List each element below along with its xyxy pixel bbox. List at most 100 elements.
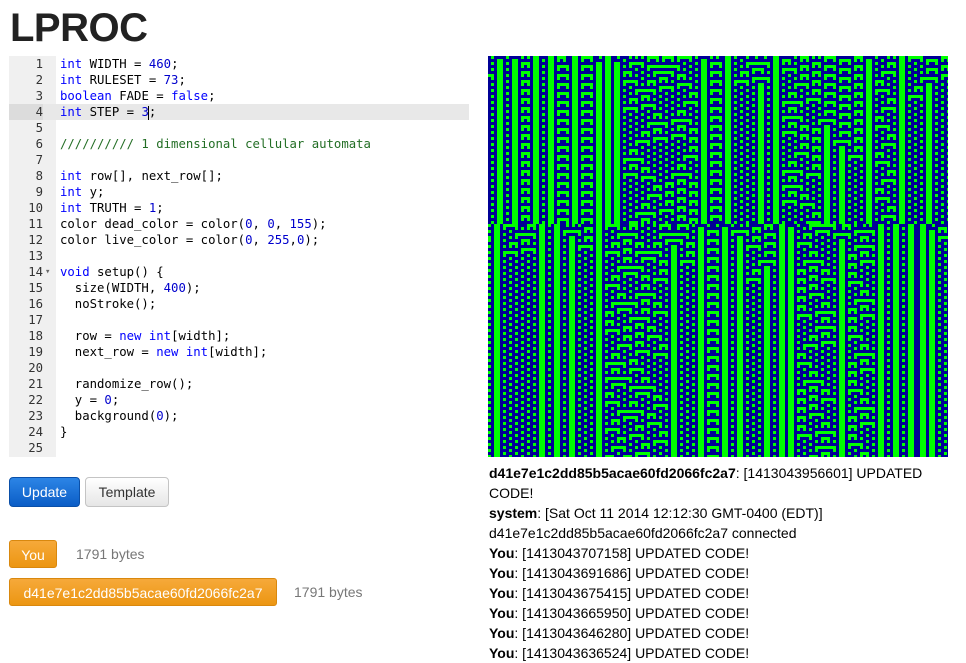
line-number: 10 (28, 201, 43, 215)
line-number: 13 (28, 249, 43, 263)
line-text: int y; (60, 185, 105, 199)
log-entry: You: [1413043691686] UPDATED CODE! (489, 563, 949, 583)
line-number: 16 (28, 297, 43, 311)
line-text: noStroke(); (60, 297, 157, 311)
line-text: background(0); (60, 409, 179, 423)
line-number: 18 (28, 329, 43, 343)
code-line[interactable]: 4 int STEP = 3; (9, 104, 469, 120)
activity-log: d41e7e1c2dd85b5acae60fd2066fc2a7 : [14130… (489, 463, 949, 663)
app-title: LPROC (10, 6, 148, 50)
log-user: You (489, 565, 515, 581)
code-line[interactable]: 20 (9, 360, 469, 376)
line-text: ////////// 1 dimensional cellular automa… (60, 137, 371, 151)
log-message: : [1413043646280] UPDATED CODE! (514, 625, 750, 641)
log-message: : [1413043665950] UPDATED CODE! (514, 605, 750, 621)
update-button[interactable]: Update (9, 477, 80, 507)
log-entry: You: [1413043636524] UPDATED CODE! (489, 643, 949, 663)
line-text: int RULESET = 73; (60, 73, 186, 87)
code-line[interactable]: 22 y = 0; (9, 392, 469, 408)
line-number: 14 (28, 265, 43, 279)
line-number: 17 (28, 313, 43, 327)
code-line[interactable]: 19 next_row = new int[width]; (9, 344, 469, 360)
log-user: You (489, 605, 515, 621)
line-number: 4 (9, 104, 43, 120)
line-number: 20 (28, 361, 43, 375)
log-entry: system: [Sat Oct 11 2014 12:12:30 GMT-04… (489, 503, 949, 543)
line-number: 7 (35, 153, 43, 167)
line-text: int WIDTH = 460; (60, 57, 179, 71)
code-line[interactable]: 12 color live_color = color(0, 255,0); (9, 232, 469, 248)
fold-toggle-icon[interactable]: ▾ (45, 264, 55, 280)
code-line[interactable]: 15 size(WIDTH, 400); (9, 280, 469, 296)
client-badge-you[interactable]: You (9, 540, 57, 568)
code-line[interactable]: 8 int row[], next_row[]; (9, 168, 469, 184)
code-line[interactable]: 10 int TRUTH = 1; (9, 200, 469, 216)
line-number: 1 (35, 57, 43, 71)
code-line[interactable]: 14 ▾ void setup() { (9, 264, 469, 280)
code-line[interactable]: 25 (9, 440, 469, 456)
code-line[interactable]: 24} (9, 424, 469, 440)
log-user: You (489, 645, 515, 661)
code-line[interactable]: 3 boolean FADE = false; (9, 88, 469, 104)
log-message: : [1413043675415] UPDATED CODE! (514, 585, 750, 601)
code-line[interactable]: 2 int RULESET = 73; (9, 72, 469, 88)
log-user: You (489, 585, 515, 601)
log-entry: You: [1413043707158] UPDATED CODE! (489, 543, 949, 563)
log-user: d41e7e1c2dd85b5acae60fd2066fc2a7 (489, 465, 736, 481)
code-line[interactable]: 18 row = new int[width]; (9, 328, 469, 344)
log-entry: You: [1413043646280] UPDATED CODE! (489, 623, 949, 643)
log-user: You (489, 625, 515, 641)
line-number: 11 (28, 217, 43, 231)
client-bytes-you: 1791 bytes (76, 546, 145, 562)
code-line[interactable]: 9 int y; (9, 184, 469, 200)
line-number: 2 (35, 73, 43, 87)
code-editor[interactable]: 1 int WIDTH = 460; 2 int RULESET = 73; 3 bool… (9, 56, 469, 457)
line-number: 19 (28, 345, 43, 359)
code-line[interactable]: 1 int WIDTH = 460; (9, 56, 469, 72)
line-text: boolean FADE = false; (60, 89, 216, 103)
client-badge-remote[interactable]: d41e7e1c2dd85b5acae60fd2066fc2a7 (9, 578, 277, 606)
log-user: You (489, 545, 515, 561)
line-number: 22 (28, 393, 43, 407)
sketch-canvas[interactable] (488, 56, 948, 457)
line-number: 5 (35, 121, 43, 135)
log-entry: d41e7e1c2dd85b5acae60fd2066fc2a7: [14130… (489, 463, 949, 503)
client-bytes-remote: 1791 bytes (294, 584, 363, 600)
line-number: 9 (35, 185, 43, 199)
code-line[interactable]: 21 randomize_row(); (9, 376, 469, 392)
code-line[interactable]: 16 noStroke(); (9, 296, 469, 312)
log-message: : [1413043691686] UPDATED CODE! (514, 565, 750, 581)
line-number: 21 (28, 377, 43, 391)
line-text: int row[], next_row[]; (60, 169, 223, 183)
line-number: 6 (35, 137, 43, 151)
template-button[interactable]: Template (85, 477, 169, 507)
line-text: } (60, 425, 68, 439)
code-line[interactable]: 7 (9, 152, 469, 168)
line-text: size(WIDTH, 400); (60, 281, 201, 295)
line-text: color dead_color = color(0, 0, 155); (60, 217, 327, 231)
log-entry: You: [1413043665950] UPDATED CODE! (489, 603, 949, 623)
code-line[interactable]: 6 ////////// 1 dimensional cellular autom… (9, 136, 469, 152)
log-user: system (489, 505, 538, 521)
line-number: 23 (28, 409, 43, 423)
log-message: : [1413043636524] UPDATED CODE! (514, 645, 750, 661)
line-text: color live_color = color(0, 255,0); (60, 233, 320, 247)
line-number: 25 (28, 441, 43, 455)
line-text: int STEP = 3; (60, 105, 157, 120)
line-text: randomize_row(); (60, 377, 194, 391)
line-number: 24 (28, 425, 43, 439)
log-message: : [1413043707158] UPDATED CODE! (514, 545, 750, 561)
line-number: 8 (35, 169, 43, 183)
code-line[interactable]: 5 (9, 120, 469, 136)
log-entry: You: [1413043675415] UPDATED CODE! (489, 583, 949, 603)
code-line[interactable]: 17 (9, 312, 469, 328)
line-text: next_row = new int[width]; (60, 345, 268, 359)
line-text: y = 0; (60, 393, 120, 407)
line-text: row = new int[width]; (60, 329, 231, 343)
code-line[interactable]: 13 (9, 248, 469, 264)
log-message: : [Sat Oct 11 2014 12:12:30 GMT-0400 (ED… (489, 505, 823, 541)
line-number: 3 (35, 89, 43, 103)
cellular-automata-render (488, 56, 948, 457)
code-line[interactable]: 23 background(0); (9, 408, 469, 424)
code-line[interactable]: 11 color dead_color = color(0, 0, 155); (9, 216, 469, 232)
